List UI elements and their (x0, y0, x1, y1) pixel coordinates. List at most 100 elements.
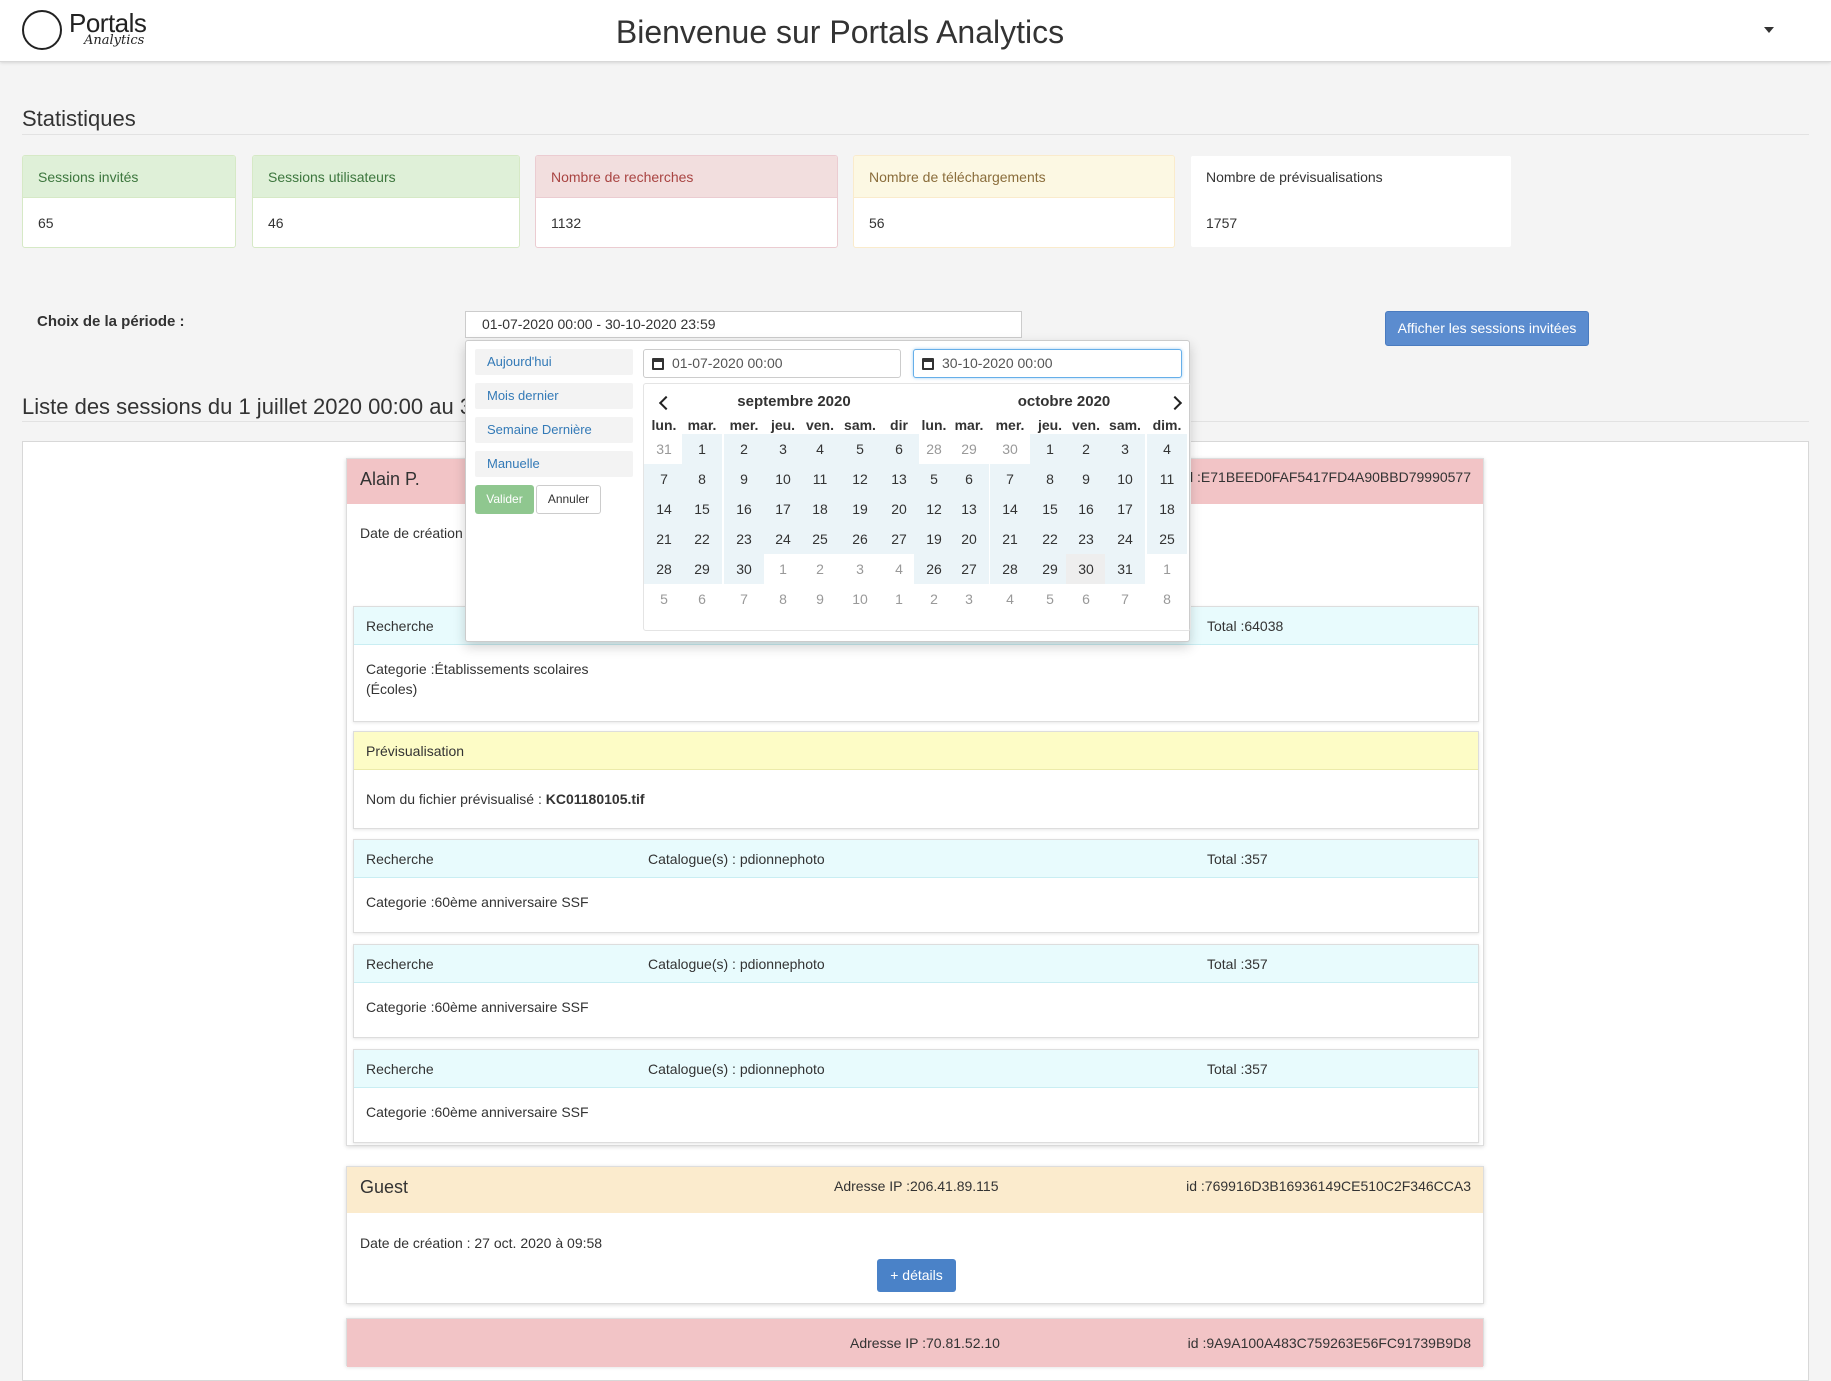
right-calendar-day[interactable]: 8 (1147, 584, 1187, 614)
left-calendar-day[interactable]: 8 (682, 464, 722, 494)
right-calendar-day[interactable]: 28 (914, 434, 954, 464)
right-calendar-day[interactable]: 7 (1105, 584, 1145, 614)
left-calendar-day[interactable]: 10 (840, 584, 880, 614)
left-calendar-day[interactable]: 4 (879, 554, 919, 584)
range-today[interactable]: Aujourd'hui (475, 349, 633, 375)
right-calendar-day[interactable]: 16 (1066, 494, 1106, 524)
left-calendar-day[interactable]: 24 (763, 524, 803, 554)
right-calendar-day[interactable]: 30 (1066, 554, 1106, 584)
left-calendar-day[interactable]: 1 (763, 554, 803, 584)
right-calendar-day[interactable]: 9 (1066, 464, 1106, 494)
range-last-month[interactable]: Mois dernier (475, 383, 633, 409)
right-calendar-day[interactable]: 4 (1147, 434, 1187, 464)
right-calendar-day[interactable]: 2 (1066, 434, 1106, 464)
apply-button[interactable]: Valider (475, 485, 534, 514)
prev-month-arrow-icon[interactable] (658, 395, 674, 411)
next-month-arrow-icon[interactable] (1167, 395, 1183, 411)
left-calendar-day[interactable]: 9 (724, 464, 764, 494)
right-calendar-day[interactable]: 5 (1030, 584, 1070, 614)
range-manual[interactable]: Manuelle (475, 451, 633, 477)
right-calendar-day[interactable]: 30 (990, 434, 1030, 464)
right-calendar-day[interactable]: 31 (1105, 554, 1145, 584)
left-calendar-day[interactable]: 21 (644, 524, 684, 554)
left-calendar-day[interactable]: 5 (644, 584, 684, 614)
left-calendar-day[interactable]: 26 (840, 524, 880, 554)
right-calendar-day[interactable]: 3 (949, 584, 989, 614)
left-calendar-day[interactable]: 3 (840, 554, 880, 584)
right-calendar-day[interactable]: 7 (990, 464, 1030, 494)
left-calendar-day[interactable]: 31 (644, 434, 684, 464)
right-calendar-day[interactable]: 19 (914, 524, 954, 554)
right-calendar-day[interactable]: 3 (1105, 434, 1145, 464)
right-weekday-header: sam. (1109, 417, 1141, 433)
left-calendar-day[interactable]: 5 (840, 434, 880, 464)
user-menu-caret-icon[interactable] (1764, 27, 1774, 33)
left-calendar-day[interactable]: 1 (879, 584, 919, 614)
right-calendar-day[interactable]: 2 (914, 584, 954, 614)
left-calendar-day[interactable]: 13 (879, 464, 919, 494)
left-calendar-day[interactable]: 22 (682, 524, 722, 554)
session-id: id :769916D3B16936149CE510C2F346CCA3 (1186, 1178, 1471, 1194)
right-calendar-day[interactable]: 1 (1147, 554, 1187, 584)
left-calendar-day[interactable]: 2 (724, 434, 764, 464)
left-calendar-day[interactable]: 12 (840, 464, 880, 494)
left-calendar-day[interactable]: 9 (800, 584, 840, 614)
right-calendar-day[interactable]: 17 (1105, 494, 1145, 524)
left-calendar-day[interactable]: 20 (879, 494, 919, 524)
left-calendar-day[interactable]: 25 (800, 524, 840, 554)
right-calendar-day[interactable]: 1 (1030, 434, 1070, 464)
left-calendar-day[interactable]: 23 (724, 524, 764, 554)
left-calendar-day[interactable]: 16 (724, 494, 764, 524)
left-calendar-day[interactable]: 11 (800, 464, 840, 494)
right-calendar-day[interactable]: 11 (1147, 464, 1187, 494)
right-calendar-day[interactable]: 6 (949, 464, 989, 494)
right-calendar-day[interactable]: 5 (914, 464, 954, 494)
right-calendar-day[interactable]: 13 (949, 494, 989, 524)
right-calendar-day[interactable]: 24 (1105, 524, 1145, 554)
left-calendar-day[interactable]: 27 (879, 524, 919, 554)
right-calendar-day[interactable]: 26 (914, 554, 954, 584)
left-calendar-day[interactable]: 3 (763, 434, 803, 464)
right-calendar-day[interactable]: 27 (949, 554, 989, 584)
left-calendar-day[interactable]: 8 (763, 584, 803, 614)
left-calendar-day[interactable]: 30 (724, 554, 764, 584)
show-guest-sessions-button[interactable]: Afficher les sessions invitées (1385, 311, 1589, 346)
right-calendar-day[interactable]: 28 (990, 554, 1030, 584)
right-calendar-day[interactable]: 21 (990, 524, 1030, 554)
right-calendar-day[interactable]: 12 (914, 494, 954, 524)
right-calendar-day[interactable]: 29 (1030, 554, 1070, 584)
end-date-input[interactable]: 30-10-2020 00:00 (913, 349, 1182, 378)
left-calendar-day[interactable]: 14 (644, 494, 684, 524)
left-calendar-day[interactable]: 19 (840, 494, 880, 524)
left-calendar-day[interactable]: 1 (682, 434, 722, 464)
left-calendar-day[interactable]: 29 (682, 554, 722, 584)
right-calendar-day[interactable]: 29 (949, 434, 989, 464)
left-calendar-day[interactable]: 2 (800, 554, 840, 584)
left-calendar-day[interactable]: 28 (644, 554, 684, 584)
left-calendar-day[interactable]: 15 (682, 494, 722, 524)
right-calendar-day[interactable]: 22 (1030, 524, 1070, 554)
left-calendar-day[interactable]: 4 (800, 434, 840, 464)
left-calendar-day[interactable]: 7 (644, 464, 684, 494)
range-last-week[interactable]: Semaine Dernière (475, 417, 633, 443)
right-calendar-day[interactable]: 8 (1030, 464, 1070, 494)
right-calendar-day[interactable]: 18 (1147, 494, 1187, 524)
right-calendar-day[interactable]: 15 (1030, 494, 1070, 524)
left-calendar-day[interactable]: 10 (763, 464, 803, 494)
left-calendar-day[interactable]: 17 (763, 494, 803, 524)
left-calendar-day[interactable]: 6 (879, 434, 919, 464)
right-calendar-day[interactable]: 20 (949, 524, 989, 554)
right-calendar-day[interactable]: 23 (1066, 524, 1106, 554)
start-date-input[interactable]: 01-07-2020 00:00 (643, 349, 901, 378)
period-range-input[interactable]: 01-07-2020 00:00 - 30-10-2020 23:59 (465, 311, 1022, 338)
left-calendar-day[interactable]: 18 (800, 494, 840, 524)
left-calendar-day[interactable]: 7 (724, 584, 764, 614)
right-calendar-day[interactable]: 10 (1105, 464, 1145, 494)
cancel-button[interactable]: Annuler (536, 485, 601, 514)
right-calendar-day[interactable]: 14 (990, 494, 1030, 524)
right-calendar-day[interactable]: 6 (1066, 584, 1106, 614)
left-calendar-day[interactable]: 6 (682, 584, 722, 614)
session-details-button[interactable]: + détails (877, 1259, 956, 1292)
right-calendar-day[interactable]: 25 (1147, 524, 1187, 554)
right-calendar-day[interactable]: 4 (990, 584, 1030, 614)
